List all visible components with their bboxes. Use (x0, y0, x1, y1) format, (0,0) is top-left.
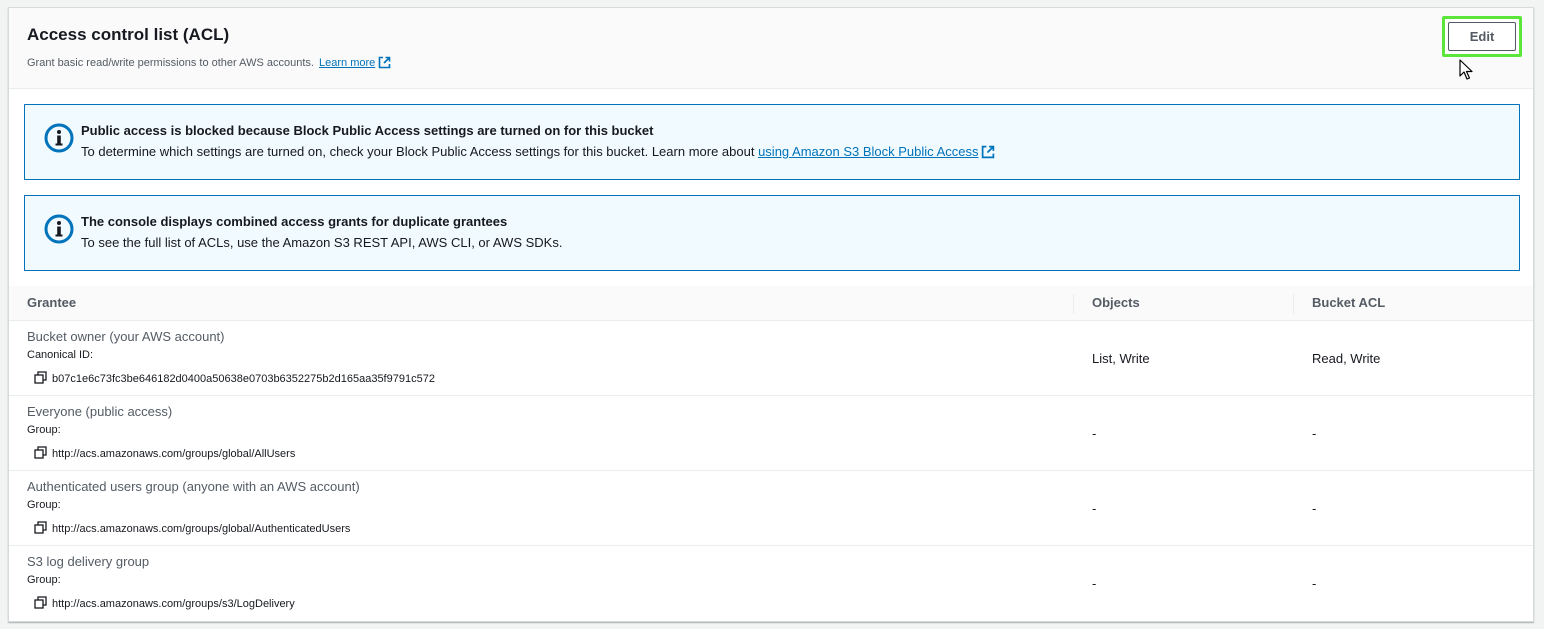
table-header: Grantee Objects Bucket ACL (9, 286, 1533, 321)
learn-more-label: Learn more (319, 57, 376, 69)
table-row: S3 log delivery group Group: http://acs.… (9, 546, 1533, 621)
copy-icon[interactable] (34, 371, 47, 387)
column-header-grantee: Grantee (27, 295, 77, 310)
alert-combined-grants: The console displays combined access gra… (24, 195, 1520, 271)
objects-permission: - (1092, 501, 1097, 516)
mouse-pointer-icon (1459, 59, 1473, 86)
objects-permission: List, Write (1092, 351, 1150, 366)
column-divider (1073, 294, 1074, 314)
grantee-id-label: Canonical ID: (27, 349, 94, 361)
grantee-id-label: Group: (27, 574, 61, 586)
bucket-acl-permission: Read, Write (1312, 351, 1381, 366)
grantee-id-label: Group: (27, 424, 61, 436)
block-public-access-link[interactable]: using Amazon S3 Block Public Access (758, 144, 995, 159)
grantee-id-value: b07c1e6c73fc3be646182d0400a50638e0703b63… (34, 371, 435, 387)
table-row: Everyone (public access) Group: http://a… (9, 396, 1533, 471)
panel-description: Grant basic read/write permissions to ot… (27, 56, 391, 72)
bucket-acl-permission: - (1312, 576, 1317, 591)
alert-text: To determine which settings are turned o… (81, 144, 995, 162)
column-divider (1293, 294, 1294, 314)
info-icon (44, 214, 74, 249)
grantee-id-text: http://acs.amazonaws.com/groups/s3/LogDe… (52, 598, 295, 610)
grantee-name: Authenticated users group (anyone with a… (27, 479, 360, 494)
table-row: Bucket owner (your AWS account) Canonica… (9, 321, 1533, 396)
grantee-id-text: http://acs.amazonaws.com/groups/global/A… (52, 523, 351, 535)
alert-body: To determine which settings are turned o… (81, 144, 759, 159)
panel-header: Access control list (ACL) Grant basic re… (9, 8, 1533, 89)
grantee-id-value: http://acs.amazonaws.com/groups/global/A… (34, 521, 350, 537)
alert-title: Public access is blocked because Block P… (81, 123, 654, 138)
grantee-id-label: Group: (27, 499, 61, 511)
external-link-icon (378, 56, 391, 72)
external-link-icon (981, 145, 995, 162)
alert-title: The console displays combined access gra… (81, 214, 508, 229)
grantee-name: Everyone (public access) (27, 404, 173, 419)
info-icon (44, 123, 74, 158)
grantee-id-text: b07c1e6c73fc3be646182d0400a50638e0703b63… (52, 373, 435, 385)
block-public-access-label: using Amazon S3 Block Public Access (758, 144, 979, 159)
page-title: Access control list (ACL) (27, 25, 230, 44)
edit-button-highlight: Edit (1442, 16, 1522, 57)
alert-text: To see the full list of ACLs, use the Am… (81, 235, 563, 250)
acl-table: Grantee Objects Bucket ACL Bucket owner … (9, 286, 1533, 621)
copy-icon[interactable] (34, 446, 47, 462)
table-row: Authenticated users group (anyone with a… (9, 471, 1533, 546)
alert-public-access-blocked: Public access is blocked because Block P… (24, 104, 1520, 180)
objects-permission: - (1092, 576, 1097, 591)
bucket-acl-permission: - (1312, 501, 1317, 516)
column-header-bucket-acl: Bucket ACL (1312, 295, 1386, 310)
grantee-name: Bucket owner (your AWS account) (27, 329, 225, 344)
copy-icon[interactable] (34, 596, 47, 612)
grantee-id-value: http://acs.amazonaws.com/groups/global/A… (34, 446, 295, 462)
grantee-id-value: http://acs.amazonaws.com/groups/s3/LogDe… (34, 596, 295, 612)
grantee-name: S3 log delivery group (27, 554, 150, 569)
column-header-objects: Objects (1092, 295, 1140, 310)
acl-panel: Access control list (ACL) Grant basic re… (8, 7, 1534, 622)
learn-more-link[interactable]: Learn more (319, 56, 391, 72)
grantee-id-text: http://acs.amazonaws.com/groups/global/A… (52, 448, 296, 460)
bucket-acl-permission: - (1312, 426, 1317, 441)
objects-permission: - (1092, 426, 1097, 441)
edit-button[interactable]: Edit (1448, 22, 1516, 51)
copy-icon[interactable] (34, 521, 47, 537)
description-text: Grant basic read/write permissions to ot… (27, 57, 314, 69)
